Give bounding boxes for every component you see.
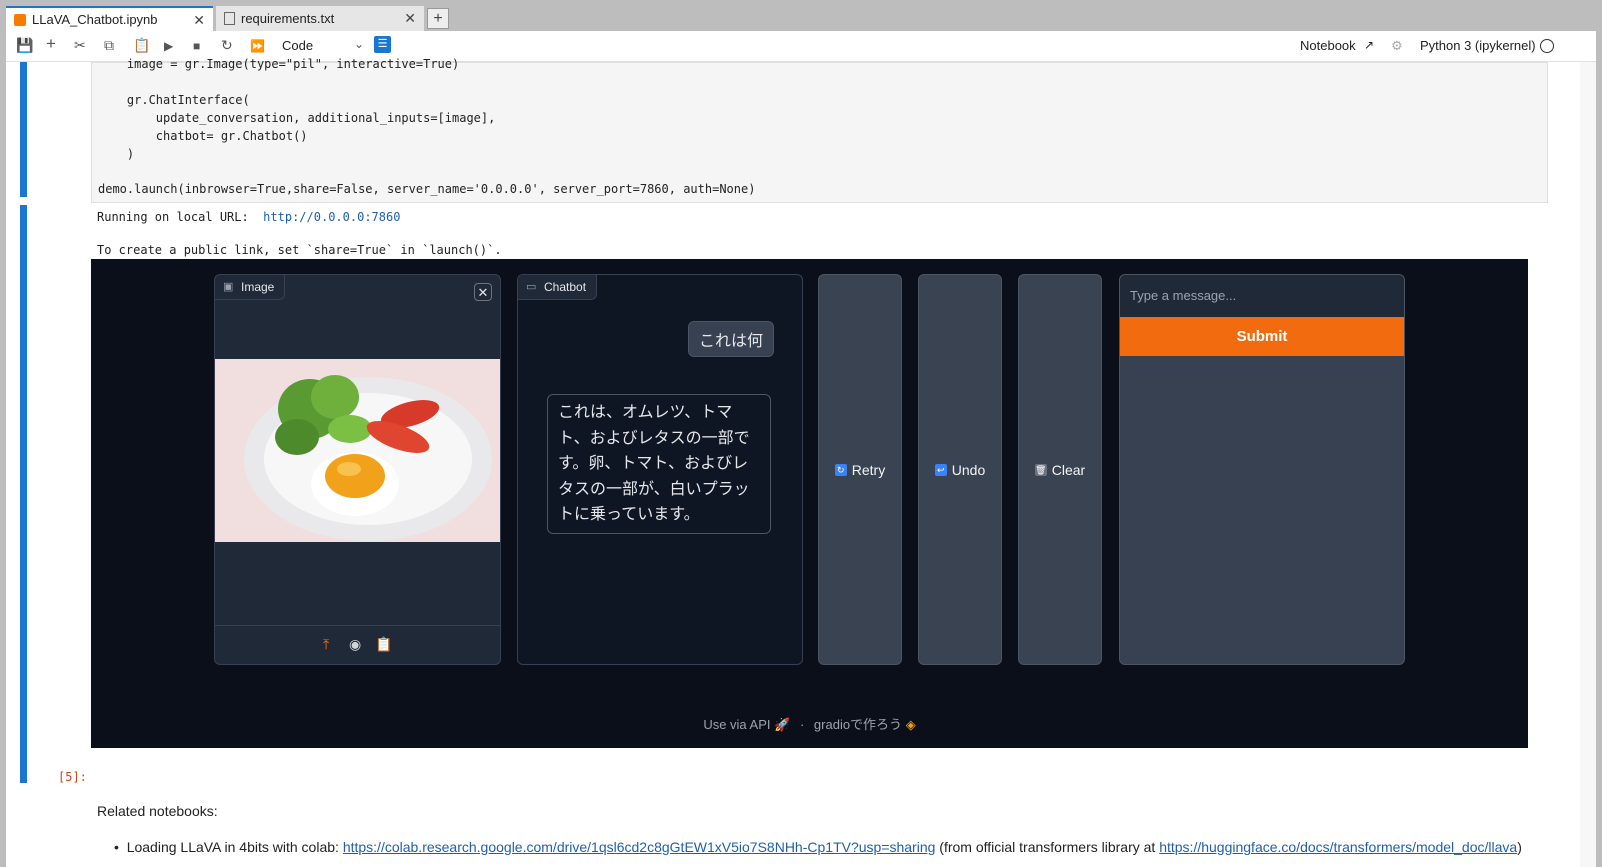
running-text: Running on local URL: (97, 210, 264, 224)
cell-selection-bar (20, 62, 27, 197)
submit-button[interactable]: Submit (1120, 317, 1404, 356)
code-line: chatbot= gr.Chatbot() (98, 129, 308, 143)
trash-icon: 🗑 (1034, 463, 1047, 476)
code-line: demo.launch(inbrowser=True,share=False, … (98, 182, 756, 196)
colab-link[interactable]: https://colab.research.google.com/drive/… (343, 839, 936, 855)
bullet-text-mid: (from official transformers library at (935, 839, 1160, 855)
undo-label: Undo (951, 461, 986, 478)
chatbot-label: ▭ Chatbot (518, 275, 598, 300)
code-line: image = gr.Image(type="pil", interactive… (98, 57, 460, 71)
kernel-status-icon (1540, 39, 1554, 53)
run-all-icon[interactable]: ⏩ (250, 39, 265, 53)
cell-type-select[interactable]: Code ⌄ (282, 37, 364, 53)
cut-icon[interactable]: ✂ (74, 37, 86, 54)
gear-icon[interactable]: ⚙ (1391, 38, 1403, 54)
code-cell[interactable]: image = gr.Image(type="pil", interactive… (91, 57, 1548, 203)
user-message: これは何 (687, 321, 774, 357)
output-selection-bar (20, 205, 27, 783)
save-icon[interactable]: 💾 (16, 37, 33, 54)
close-icon[interactable]: ✕ (193, 12, 205, 29)
output-running: Running on local URL: http://0.0.0.0:786… (97, 210, 400, 224)
retry-icon: ↻ (834, 463, 847, 476)
bot-message: これは、オムレツ、トマト、およびレタスの一部です。卵、トマト、およびレタスの一部… (547, 394, 771, 534)
jupyter-window: LLaVA_Chatbot.ipynb ✕ requirements.txt ✕… (6, 6, 1596, 867)
scrollbar[interactable] (1580, 62, 1596, 867)
text-file-icon (224, 12, 235, 25)
rocket-icon: 🚀 (774, 717, 791, 732)
gradio-logo-icon: ◈ (905, 717, 916, 732)
upload-icon[interactable]: ⤒ (323, 636, 329, 653)
clipboard-icon[interactable]: 📋 (375, 636, 392, 653)
tab-label: requirements.txt (241, 11, 335, 26)
run-icon[interactable]: ▶ (164, 39, 173, 53)
tab-llava-notebook[interactable]: LLaVA_Chatbot.ipynb ✕ (6, 6, 213, 31)
plate-photo (215, 359, 500, 542)
notebook-area: image = gr.Image(type="pil", interactive… (6, 57, 1596, 867)
uploaded-image[interactable] (215, 359, 500, 542)
code-line: ) (98, 147, 135, 161)
kernel-label[interactable]: Python 3 (ipykernel) (1420, 38, 1536, 53)
markdown-bullet: • Loading LLaVA in 4bits with colab: htt… (114, 839, 1522, 855)
code-line: update_conversation, additional_inputs=[… (98, 111, 496, 125)
cell-type-value: Code (282, 38, 314, 53)
notebook-label[interactable]: Notebook (1300, 38, 1356, 53)
built-with-gradio-link[interactable]: gradioで作ろう (814, 717, 902, 732)
add-cell-icon[interactable]: + (46, 34, 56, 54)
undo-icon: ↩ (934, 463, 947, 476)
image-label: ▣ Image (215, 275, 286, 300)
webcam-icon[interactable]: ◉ (349, 636, 361, 653)
undo-button[interactable]: ↩ Undo (918, 274, 1002, 665)
cell-prompt: [5]: (58, 770, 87, 784)
chat-icon: ▭ (526, 281, 537, 293)
notebook-icon (14, 13, 26, 26)
output-public-link-text: To create a public link, set `share=True… (97, 243, 502, 257)
image-icon: ▣ (223, 281, 234, 293)
message-column: Type a message... Submit (1119, 274, 1405, 665)
chatbot-panel: ▭ Chatbot これは何 これは、オムレツ、トマト、およびレタスの一部です。卵… (517, 274, 803, 665)
retry-label: Retry (851, 461, 886, 478)
tab-bar: LLaVA_Chatbot.ipynb ✕ requirements.txt ✕… (6, 6, 1596, 31)
close-icon[interactable]: ✕ (404, 10, 416, 27)
copy-icon[interactable]: ⧉ (104, 37, 114, 54)
huggingface-link[interactable]: https://huggingface.co/docs/transformers… (1159, 839, 1517, 855)
restart-icon[interactable]: ↻ (221, 37, 233, 54)
markdown-heading: Related notebooks: (97, 803, 218, 819)
bullet-text: Loading LLaVA in 4bits with colab: (126, 839, 343, 855)
gradio-app: ▣ Image ✕ ⤒ ◉ 📋 ▭ Chatbot これは何 これは、オムレツ、… (91, 259, 1528, 748)
new-tab-button[interactable]: + (427, 8, 449, 29)
tab-requirements[interactable]: requirements.txt ✕ (216, 6, 424, 31)
tab-label: LLaVA_Chatbot.ipynb (32, 12, 158, 27)
use-via-api-link[interactable]: Use via API (703, 717, 770, 732)
image-label-text: Image (241, 280, 275, 294)
local-url-link[interactable]: http://0.0.0.0:7860 (263, 210, 400, 224)
clear-label: Clear (1051, 461, 1086, 478)
open-external-icon[interactable]: ↗ (1364, 38, 1374, 52)
gradio-footer: Use via API 🚀 · gradioで作ろう ◈ (91, 714, 1528, 733)
stop-icon[interactable]: ■ (193, 39, 200, 53)
code-line: gr.ChatInterface( (98, 93, 250, 107)
bullet-text-end: ) (1517, 839, 1522, 855)
message-input[interactable]: Type a message... (1120, 275, 1404, 317)
bullet-dot: • (114, 839, 127, 855)
paste-icon[interactable]: 📋 (133, 37, 150, 54)
image-panel: ▣ Image ✕ ⤒ ◉ 📋 (214, 274, 501, 665)
footer-separator: · (799, 717, 805, 732)
image-source-toolbar: ⤒ ◉ 📋 (215, 625, 500, 664)
clear-button[interactable]: 🗑 Clear (1018, 274, 1102, 665)
property-inspector-icon[interactable]: ☰ (374, 36, 391, 53)
retry-button[interactable]: ↻ Retry (818, 274, 902, 665)
chevron-down-icon: ⌄ (353, 37, 364, 51)
chatbot-label-text: Chatbot (544, 280, 587, 294)
clear-image-button[interactable]: ✕ (474, 283, 492, 301)
